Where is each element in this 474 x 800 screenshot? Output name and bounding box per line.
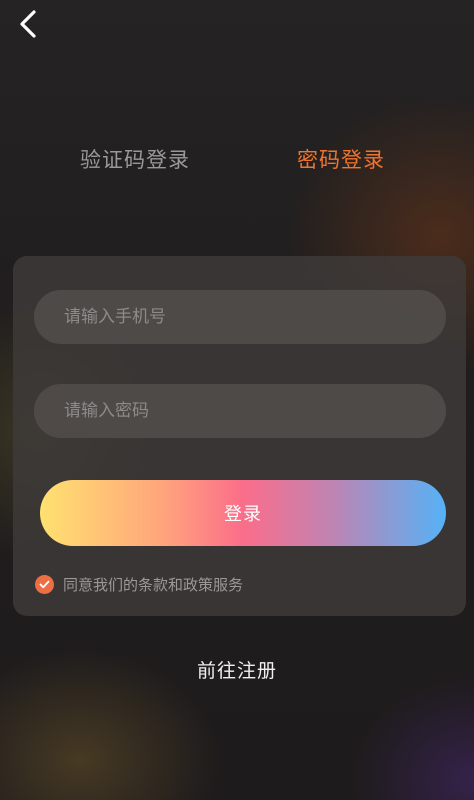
back-button[interactable] <box>10 6 46 42</box>
login-button[interactable]: 登录 <box>40 480 446 546</box>
password-input[interactable] <box>62 400 418 422</box>
chevron-left-icon <box>20 10 36 38</box>
phone-field <box>34 290 446 344</box>
login-screen: 验证码登录 密码登录 登录 同意我们的条款和政策服务 前往注册 <box>0 0 474 800</box>
checkmark-circle-icon <box>35 575 54 594</box>
login-form-card: 登录 同意我们的条款和政策服务 <box>13 256 466 616</box>
agreement-label: 同意我们的条款和政策服务 <box>63 576 244 594</box>
phone-input[interactable] <box>62 306 418 328</box>
password-field <box>34 384 446 438</box>
tab-password-login[interactable]: 密码登录 <box>297 140 385 180</box>
register-link[interactable]: 前往注册 <box>0 656 474 683</box>
login-mode-tabs: 验证码登录 密码登录 <box>0 140 474 180</box>
agreement-checkbox[interactable]: 同意我们的条款和政策服务 <box>35 574 243 595</box>
tab-sms-code-login[interactable]: 验证码登录 <box>80 140 190 180</box>
